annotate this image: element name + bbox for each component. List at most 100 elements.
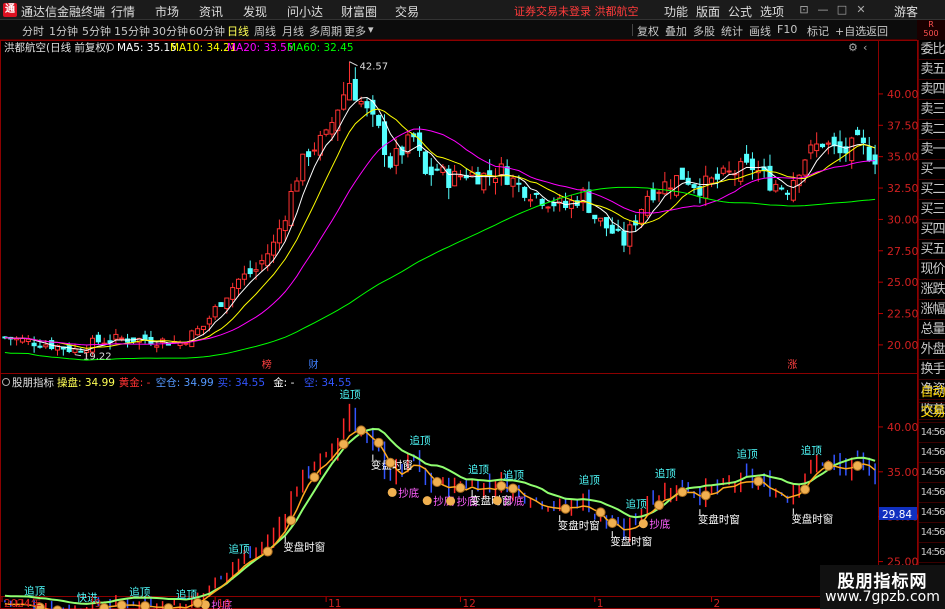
period-5min[interactable]: 5分钟	[82, 23, 111, 39]
guest-label[interactable]: 游客	[894, 3, 918, 20]
indicator-axis: 40.0035.0030.0025.0029.84	[878, 421, 918, 569]
period-more[interactable]: 更多	[344, 23, 366, 39]
close-icon[interactable]: ✕	[853, 2, 869, 17]
bottom-hand-icon	[422, 496, 432, 506]
candle-body	[598, 217, 604, 222]
menu-gongshi[interactable]: 公式	[728, 3, 752, 20]
menu-caifuquan[interactable]: 财富圈	[341, 3, 377, 20]
period-monthly[interactable]: 月线	[282, 23, 304, 39]
candle-body	[329, 121, 335, 135]
login-warning[interactable]: 证券交易未登录 洪都航空	[514, 3, 639, 19]
top-label: 追顶	[655, 467, 676, 480]
quote-field-label: 涨幅	[919, 300, 945, 320]
quote-field-label: 现价	[919, 260, 945, 280]
period-daily[interactable]: 日线	[227, 23, 249, 39]
tool-tongji[interactable]: 统计	[721, 23, 743, 39]
toolbar-divider	[632, 24, 633, 36]
top-label: 追顶	[626, 497, 647, 510]
candle	[195, 325, 201, 336]
tool-f10[interactable]: F10	[777, 23, 797, 36]
period-multi[interactable]: 多周期	[309, 23, 342, 39]
candle-body	[206, 317, 212, 325]
candle	[714, 167, 720, 189]
candle	[212, 304, 218, 320]
quote-field-label: 委比	[919, 40, 945, 60]
hand-icon	[373, 437, 384, 448]
candle-body	[679, 167, 685, 180]
date-tick-label: 2024年	[4, 597, 41, 609]
candle	[341, 81, 347, 111]
tool-biaoji[interactable]: 标记	[807, 23, 829, 39]
menu-xuanxiang[interactable]: 选项	[760, 3, 784, 20]
tool-huaxian[interactable]: 画线	[749, 23, 771, 39]
candle	[25, 335, 31, 346]
menu-zixun[interactable]: 资讯	[199, 3, 223, 20]
candle-body	[819, 143, 826, 148]
candle	[218, 301, 224, 308]
period-1min[interactable]: 1分钟	[49, 23, 78, 39]
high-pointer	[349, 61, 358, 67]
ma-legend-item: MA60: 32.45	[287, 42, 354, 54]
ma5-line	[4, 97, 876, 351]
candle	[545, 205, 551, 213]
auto-trade-label[interactable]: 自动	[919, 383, 945, 403]
candle	[732, 170, 738, 186]
period-15min[interactable]: 15分钟	[114, 23, 150, 39]
r500-badge[interactable]: R 500	[917, 20, 945, 40]
window-label: 变盘时窗	[558, 519, 600, 532]
tool-fanhui[interactable]: 返回	[866, 23, 888, 39]
menu-wenxiaoda[interactable]: 问小达	[287, 3, 323, 20]
menu-shichang[interactable]: 市场	[155, 3, 179, 20]
candle	[784, 190, 791, 201]
maximize-icon[interactable]: □	[834, 2, 850, 17]
auto-trade-label[interactable]: 交易	[919, 403, 945, 423]
candle	[428, 158, 434, 186]
kline-chart[interactable]: 40.00 37.50 35.00 32.50 30.00 27.50 25.00 22.50…	[0, 40, 918, 609]
candle-body	[744, 153, 750, 163]
candle-body	[784, 192, 791, 195]
menu-faxian[interactable]: 发现	[243, 3, 267, 20]
tool-zixuan[interactable]: +自选	[835, 23, 866, 39]
window-label: 变盘时窗	[698, 513, 740, 526]
candle-body	[615, 228, 621, 231]
menu-jiaoyi[interactable]: 交易	[395, 3, 419, 20]
tool-duogu[interactable]: 多股	[693, 23, 715, 39]
candle	[679, 167, 685, 180]
quote-field-label: 卖五	[919, 60, 945, 80]
period-30min[interactable]: 30分钟	[152, 23, 188, 39]
candle	[533, 192, 539, 199]
candle-body	[656, 191, 662, 194]
candle-body	[673, 175, 680, 196]
period-weekly[interactable]: 周线	[254, 23, 276, 39]
restore-icon[interactable]: ⊡	[796, 2, 812, 17]
menu-banmian[interactable]: 版面	[696, 3, 720, 20]
candle-body	[808, 144, 814, 154]
candle-body	[235, 278, 242, 289]
tool-diejia[interactable]: 叠加	[665, 23, 687, 39]
candle-body	[212, 306, 218, 318]
candle-body	[422, 151, 428, 174]
period-fenshi[interactable]: 分时	[22, 23, 44, 39]
candle-body	[691, 184, 697, 188]
tool-fuquan[interactable]: 复权	[637, 23, 659, 39]
watermark-url: www.7gpzb.com	[825, 589, 940, 605]
candle-body	[825, 142, 831, 145]
candle-body	[860, 137, 866, 144]
hand-icon	[654, 500, 664, 511]
quote-field-label: 外盘	[919, 340, 945, 360]
tick-time: 14:56	[919, 423, 945, 443]
candle	[189, 329, 195, 348]
quote-field-label: 买二	[919, 180, 945, 200]
candle-body	[522, 186, 528, 198]
menu-gongneng[interactable]: 功能	[664, 3, 688, 20]
period-more-arrow-icon[interactable]: ▾	[368, 23, 374, 36]
candle	[125, 333, 131, 348]
low-label: 19.22	[83, 352, 112, 363]
indicator-legend-item: 黄金: -	[119, 376, 151, 389]
candle	[95, 331, 101, 346]
minimize-icon[interactable]: —	[815, 2, 831, 17]
candle-body	[119, 337, 125, 340]
period-60min[interactable]: 60分钟	[189, 23, 225, 39]
menu-hangqing[interactable]: 行情	[111, 3, 135, 20]
quote-panel: 委比 卖五 卖四 卖三 卖二 卖一 买一 买二 买三 买四 买五 现价 涨跌 涨幅 总量 外盘 换手 净资 收益 自…	[918, 40, 945, 609]
